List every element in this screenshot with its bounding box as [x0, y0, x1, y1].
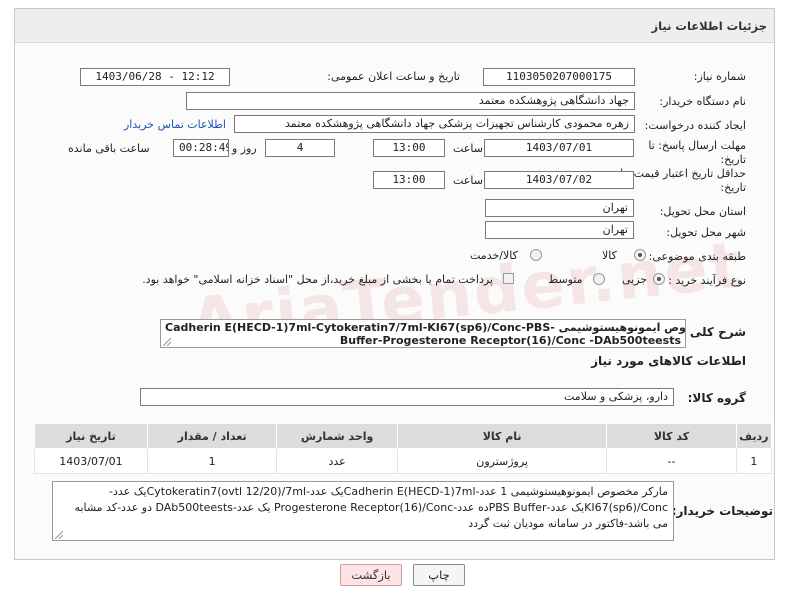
need-number-field[interactable]: 1103050207000175 [483, 68, 635, 86]
buyer-org-field[interactable]: جهاد دانشگاهی پژوهشکده معتمد [186, 92, 635, 110]
goods-info-title: اطلاعات کالاهای مورد نیاز [591, 354, 746, 368]
items-table: ردیف کد کالا نام کالا واحد شمارش تعداد /… [34, 423, 773, 474]
category-option-goods-service: کالا/خدمت [470, 249, 518, 262]
category-radio-goods[interactable] [634, 249, 646, 261]
cell-unit: عدد [276, 448, 398, 474]
col-header-unit: واحد شمارش [276, 423, 398, 449]
price-date-field[interactable]: 1403/07/02 [484, 171, 634, 189]
cell-row-number: 1 [735, 448, 773, 474]
buyer-notes-box[interactable]: مارکر مخصوص ایمونوهیستوشیمی 1 عدد-Cadher… [52, 481, 674, 541]
resize-handle-icon[interactable] [163, 338, 171, 346]
time-remaining-field[interactable]: 00:28:49 [173, 139, 229, 157]
col-header-quantity: تعداد / مقدار [146, 423, 278, 449]
need-number-label: شماره نیاز: [693, 70, 746, 83]
table-row[interactable]: 1 -- پروژسترون عدد 1 1403/07/01 [34, 448, 773, 474]
col-header-row-number: ردیف [735, 423, 773, 449]
cell-item-name: پروژسترون [396, 448, 608, 474]
reply-deadline-label-date: تاریخ: [720, 153, 746, 166]
price-validity-label: حداقل تاریخ اعتبار قیمت: تا [620, 167, 746, 180]
announce-datetime-label: تاریخ و ساعت اعلان عمومی: [327, 70, 460, 83]
cell-need-date: 1403/07/01 [34, 448, 148, 474]
col-header-item-code: کد کالا [606, 423, 737, 449]
category-radio-goods-service[interactable] [530, 249, 542, 261]
process-option-minor: جزیی [622, 273, 648, 286]
table-header-row: ردیف کد کالا نام کالا واحد شمارش تعداد /… [34, 423, 773, 449]
overall-desc-line-1: Cadherin E(HECD-1)7ml-Cytokeratin7/7ml-K… [165, 321, 686, 334]
buyer-contact-link[interactable]: اطلاعات تماس خریدار [124, 118, 226, 131]
days-remaining-field[interactable]: 4 [265, 139, 335, 157]
back-button[interactable]: بازگشت [340, 564, 402, 586]
time-remaining-label: ساعت باقی مانده [68, 142, 150, 155]
city-field[interactable]: تهران [485, 221, 634, 239]
page-title: جزئیات اطلاعات نیاز [651, 19, 767, 33]
goods-group-field[interactable]: دارو، پزشکی و سلامت [140, 388, 674, 406]
buyer-notes-label: توضیحات خریدار: [671, 504, 773, 518]
price-validity-label-date: تاریخ: [720, 181, 746, 194]
requester-field[interactable]: زهره محمودی کارشناس تجهیزات پزشکی جهاد د… [234, 115, 635, 133]
category-option-goods: کالا [602, 249, 617, 262]
cell-quantity: 1 [146, 448, 278, 474]
notes-resize-handle-icon[interactable] [55, 531, 63, 539]
reply-deadline-label: مهلت ارسال پاسخ: تا [648, 139, 746, 152]
col-header-need-date: تاریخ نیاز [34, 423, 148, 449]
announce-datetime-field[interactable]: 1403/06/28 - 12:12 [80, 68, 230, 86]
reply-time-label: ساعت [453, 142, 483, 155]
col-header-item-name: نام کالا [396, 423, 608, 449]
process-radio-minor[interactable] [653, 273, 665, 285]
price-time-field[interactable]: 13:00 [373, 171, 445, 189]
reply-date-field[interactable]: 1403/07/01 [484, 139, 634, 157]
overall-desc-line-2: Buffer-Progesterone Receptor(16)/Conc -D… [339, 334, 681, 347]
treasury-checkbox[interactable] [503, 273, 514, 284]
province-field[interactable]: تهران [485, 199, 634, 217]
days-label: روز و [232, 142, 257, 155]
goods-group-label: گروه کالا: [687, 391, 746, 405]
city-label: شهر محل تحویل: [666, 226, 746, 239]
buyer-org-label: نام دستگاه خریدار: [659, 95, 746, 108]
price-time-label: ساعت [453, 174, 483, 187]
print-button[interactable]: چاپ [413, 564, 465, 586]
process-radio-medium[interactable] [593, 273, 605, 285]
category-label: طبقه بندی موضوعی: [648, 250, 746, 263]
treasury-note: پرداخت تمام یا بخشی از مبلغ خرید،از محل … [142, 273, 493, 286]
requester-label: ایجاد کننده درخواست: [644, 119, 746, 132]
reply-time-field[interactable]: 13:00 [373, 139, 445, 157]
cell-item-code: -- [606, 448, 737, 474]
overall-desc-box[interactable]: Cadherin E(HECD-1)7ml-Cytokeratin7/7ml-K… [160, 319, 686, 348]
province-label: استان محل تحویل: [659, 205, 746, 218]
process-option-medium: متوسط [548, 273, 583, 286]
process-label: نوع فرآیند خرید : [668, 274, 746, 287]
